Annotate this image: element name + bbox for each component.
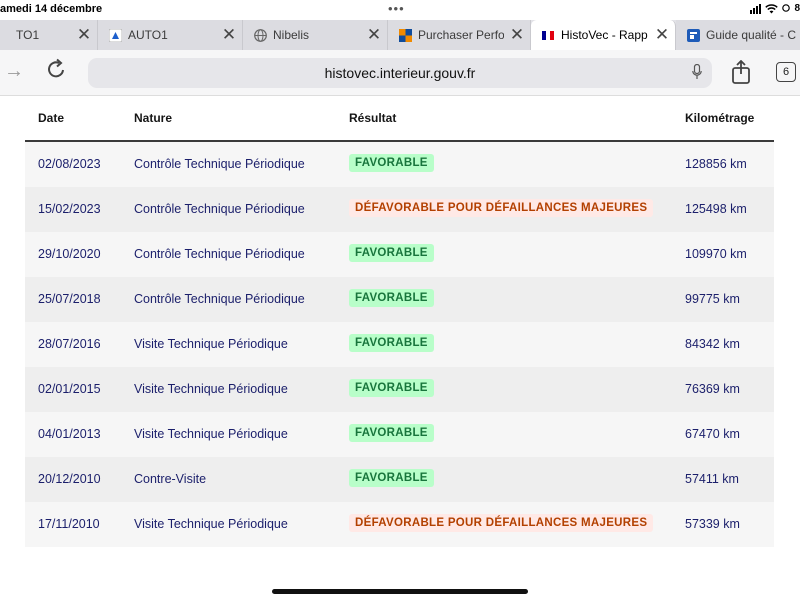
mileage-cell: 76369 km (685, 382, 740, 396)
favorable-badge: FAVORABLE (349, 424, 434, 442)
nature-cell: Visite Technique Périodique (134, 517, 288, 531)
auto1-logo-icon (108, 28, 122, 42)
mileage-cell: 109970 km (685, 247, 747, 261)
column-header-mileage: Kilométrage (685, 111, 755, 125)
table-row: 20/12/2010 Contre-Visite FAVORABLE 57411 km (25, 457, 774, 502)
date-cell: 15/02/2023 (38, 202, 101, 216)
tab-label: AUTO1 (128, 28, 168, 42)
nature-cell: Contre-Visite (134, 472, 207, 486)
table-row: 02/08/2023 Contrôle Technique Périodique F… (25, 142, 774, 187)
url-text: histovec.interieur.gouv.fr (324, 65, 476, 81)
guide-logo-icon (686, 28, 700, 42)
table-row: 02/01/2015 Visite Technique Périodique FAV… (25, 367, 774, 412)
close-icon[interactable]: ✕ (216, 25, 242, 45)
table-row: 15/02/2023 Contrôle Technique Périodique D… (25, 187, 774, 232)
mileage-cell: 125498 km (685, 202, 747, 216)
technical-control-history-table: Date Nature Résultat Kilométrage 02/08/2… (25, 96, 774, 547)
date-cell: 02/01/2015 (38, 382, 101, 396)
nature-cell: Contrôle Technique Périodique (134, 202, 305, 216)
tab-purchaser[interactable]: Purchaser Perfo ✕ (388, 20, 531, 50)
address-bar[interactable]: histovec.interieur.gouv.fr (88, 58, 712, 88)
column-header-date: Date (38, 111, 65, 125)
mileage-cell: 67470 km (685, 427, 740, 441)
nature-cell: Contrôle Technique Périodique (134, 292, 305, 306)
tab-label: TO1 (16, 28, 40, 42)
status-date: amedi 14 décembre (0, 3, 103, 15)
unfavorable-badge: DÉFAVORABLE POUR DÉFAILLANCES MAJEURES (349, 199, 654, 217)
reload-icon[interactable] (47, 58, 67, 86)
nature-cell: Visite Technique Périodique (134, 427, 288, 441)
cellular-signal-icon (750, 3, 762, 14)
globe-icon (253, 28, 267, 42)
nature-cell: Visite Technique Périodique (134, 382, 288, 396)
tab-nibelis[interactable]: Nibelis ✕ (243, 20, 388, 50)
share-icon[interactable] (731, 59, 751, 90)
close-icon[interactable]: ✕ (361, 25, 387, 45)
favorable-badge: FAVORABLE (349, 469, 434, 487)
table-row: 04/01/2013 Visite Technique Périodique FAV… (25, 412, 774, 457)
favorable-badge: FAVORABLE (349, 244, 434, 262)
table-row: 29/10/2020 Contrôle Technique Périodique F… (25, 232, 774, 277)
status-bar: amedi 14 décembre ••• 8 (0, 0, 800, 20)
tab-label: Nibelis (273, 28, 310, 42)
favorable-badge: FAVORABLE (349, 379, 434, 397)
favorable-badge: FAVORABLE (349, 154, 434, 172)
location-icon (782, 3, 791, 12)
nature-cell: Contrôle Technique Périodique (134, 247, 305, 261)
purchaser-logo-icon (398, 28, 412, 42)
tab-favicon-empty (0, 28, 10, 42)
unfavorable-badge: DÉFAVORABLE POUR DÉFAILLANCES MAJEURES (349, 514, 654, 532)
tab-bar: TO1 ✕ AUTO1 ✕ Nibelis ✕ Purchaser Perfo … (0, 20, 800, 50)
date-cell: 29/10/2020 (38, 247, 101, 261)
home-indicator[interactable] (272, 589, 528, 594)
forward-arrow-icon[interactable]: → (4, 60, 24, 83)
battery-level: 8 (794, 3, 800, 14)
table-row: 17/11/2010 Visite Technique Périodique DÉF… (25, 502, 774, 547)
favorable-badge: FAVORABLE (349, 334, 434, 352)
date-cell: 17/11/2010 (38, 517, 100, 531)
close-icon[interactable]: ✕ (649, 25, 675, 45)
favorable-badge: FAVORABLE (349, 289, 434, 307)
status-indicators: 8 (750, 3, 800, 14)
mileage-cell: 57339 km (685, 517, 740, 531)
tab-overview-button[interactable]: 6 (776, 62, 796, 82)
table-body: 02/08/2023 Contrôle Technique Périodique F… (25, 142, 774, 547)
tab-label: Purchaser Perfo (418, 28, 504, 42)
nature-cell: Visite Technique Périodique (134, 337, 288, 351)
close-icon[interactable]: ✕ (504, 25, 530, 45)
tab-label: HistoVec - Rapp (561, 28, 648, 42)
date-cell: 04/01/2013 (38, 427, 101, 441)
navigation-bar: → histovec.interieur.gouv.fr 6 (0, 50, 800, 96)
column-header-nature: Nature (134, 111, 173, 125)
table-row: 25/07/2018 Contrôle Technique Périodique F… (25, 277, 774, 322)
mileage-cell: 84342 km (685, 337, 740, 351)
mileage-cell: 99775 km (685, 292, 740, 306)
table-row: 28/07/2016 Visite Technique Périodique FAV… (25, 322, 774, 367)
mileage-cell: 57411 km (685, 472, 739, 486)
nature-cell: Contrôle Technique Périodique (134, 157, 305, 171)
tab-label: Guide qualité - C (706, 28, 797, 42)
column-header-result: Résultat (349, 111, 397, 125)
mileage-cell: 128856 km (685, 157, 747, 171)
wifi-icon (765, 3, 779, 13)
microphone-icon[interactable] (692, 64, 702, 80)
date-cell: 02/08/2023 (38, 157, 101, 171)
tab-guide-qualite[interactable]: Guide qualité - C (676, 20, 800, 50)
tab-auto1-partial[interactable]: TO1 ✕ (0, 20, 98, 50)
date-cell: 25/07/2018 (38, 292, 101, 306)
close-icon[interactable]: ✕ (71, 25, 97, 45)
table-header: Date Nature Résultat Kilométrage (25, 96, 774, 142)
tab-auto1[interactable]: AUTO1 ✕ (98, 20, 243, 50)
date-cell: 28/07/2016 (38, 337, 101, 351)
multitasking-dots[interactable]: ••• (388, 1, 405, 16)
tab-histovec[interactable]: HistoVec - Rapp ✕ (531, 20, 676, 50)
french-flag-icon (541, 28, 555, 42)
date-cell: 20/12/2010 (38, 472, 101, 486)
